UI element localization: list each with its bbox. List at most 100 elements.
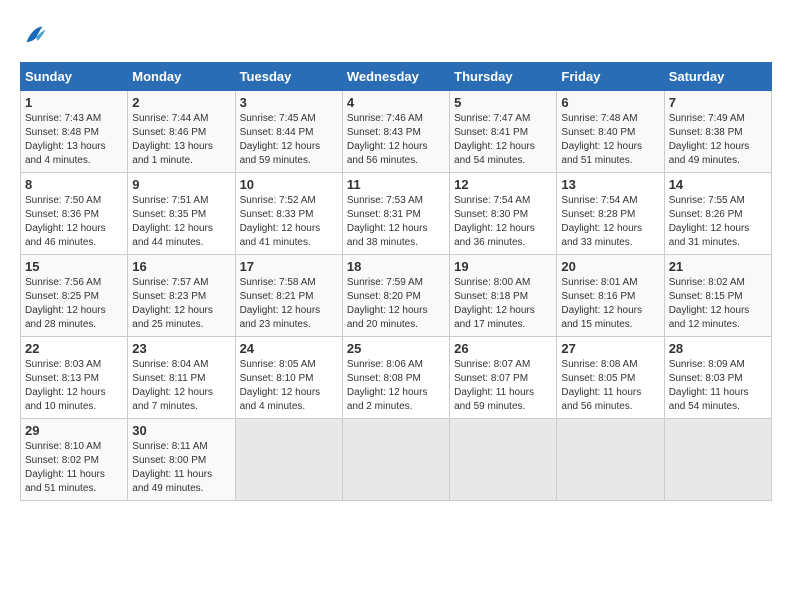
calendar-day: 18 Sunrise: 7:59 AM Sunset: 8:20 PM Dayl… [342, 255, 449, 337]
calendar-day: 1 Sunrise: 7:43 AM Sunset: 8:48 PM Dayli… [21, 91, 128, 173]
day-info: Sunrise: 7:44 AM Sunset: 8:46 PM Dayligh… [132, 112, 230, 168]
day-number: 27 [561, 341, 659, 356]
calendar-day [342, 419, 449, 501]
weekday-header-wednesday: Wednesday [342, 63, 449, 91]
calendar-day [664, 419, 771, 501]
day-number: 29 [25, 423, 123, 438]
calendar-day: 27 Sunrise: 8:08 AM Sunset: 8:05 PM Dayl… [557, 337, 664, 419]
day-info: Sunrise: 8:05 AM Sunset: 8:10 PM Dayligh… [240, 358, 338, 414]
calendar-day [235, 419, 342, 501]
day-number: 20 [561, 259, 659, 274]
day-number: 7 [669, 95, 767, 110]
calendar-day: 23 Sunrise: 8:04 AM Sunset: 8:11 PM Dayl… [128, 337, 235, 419]
day-info: Sunrise: 7:58 AM Sunset: 8:21 PM Dayligh… [240, 276, 338, 332]
day-info: Sunrise: 8:02 AM Sunset: 8:15 PM Dayligh… [669, 276, 767, 332]
logo-bird-icon [20, 20, 52, 52]
day-info: Sunrise: 8:01 AM Sunset: 8:16 PM Dayligh… [561, 276, 659, 332]
day-number: 10 [240, 177, 338, 192]
day-number: 24 [240, 341, 338, 356]
day-info: Sunrise: 7:52 AM Sunset: 8:33 PM Dayligh… [240, 194, 338, 250]
calendar-day: 30 Sunrise: 8:11 AM Sunset: 8:00 PM Dayl… [128, 419, 235, 501]
calendar-day: 16 Sunrise: 7:57 AM Sunset: 8:23 PM Dayl… [128, 255, 235, 337]
weekday-header-row: SundayMondayTuesdayWednesdayThursdayFrid… [21, 63, 772, 91]
day-info: Sunrise: 7:48 AM Sunset: 8:40 PM Dayligh… [561, 112, 659, 168]
day-number: 25 [347, 341, 445, 356]
calendar-week-5: 29 Sunrise: 8:10 AM Sunset: 8:02 PM Dayl… [21, 419, 772, 501]
calendar-day: 13 Sunrise: 7:54 AM Sunset: 8:28 PM Dayl… [557, 173, 664, 255]
day-info: Sunrise: 7:51 AM Sunset: 8:35 PM Dayligh… [132, 194, 230, 250]
day-number: 12 [454, 177, 552, 192]
calendar-day: 10 Sunrise: 7:52 AM Sunset: 8:33 PM Dayl… [235, 173, 342, 255]
calendar-day: 8 Sunrise: 7:50 AM Sunset: 8:36 PM Dayli… [21, 173, 128, 255]
day-number: 19 [454, 259, 552, 274]
day-info: Sunrise: 7:50 AM Sunset: 8:36 PM Dayligh… [25, 194, 123, 250]
calendar-day: 9 Sunrise: 7:51 AM Sunset: 8:35 PM Dayli… [128, 173, 235, 255]
calendar-day: 15 Sunrise: 7:56 AM Sunset: 8:25 PM Dayl… [21, 255, 128, 337]
day-info: Sunrise: 8:00 AM Sunset: 8:18 PM Dayligh… [454, 276, 552, 332]
day-info: Sunrise: 8:06 AM Sunset: 8:08 PM Dayligh… [347, 358, 445, 414]
day-number: 6 [561, 95, 659, 110]
day-number: 28 [669, 341, 767, 356]
day-info: Sunrise: 7:56 AM Sunset: 8:25 PM Dayligh… [25, 276, 123, 332]
day-info: Sunrise: 8:07 AM Sunset: 8:07 PM Dayligh… [454, 358, 552, 414]
calendar-day: 5 Sunrise: 7:47 AM Sunset: 8:41 PM Dayli… [450, 91, 557, 173]
calendar-day: 7 Sunrise: 7:49 AM Sunset: 8:38 PM Dayli… [664, 91, 771, 173]
calendar-table: SundayMondayTuesdayWednesdayThursdayFrid… [20, 62, 772, 501]
weekday-header-friday: Friday [557, 63, 664, 91]
calendar-day: 29 Sunrise: 8:10 AM Sunset: 8:02 PM Dayl… [21, 419, 128, 501]
logo [20, 20, 56, 52]
day-info: Sunrise: 7:43 AM Sunset: 8:48 PM Dayligh… [25, 112, 123, 168]
calendar-day: 17 Sunrise: 7:58 AM Sunset: 8:21 PM Dayl… [235, 255, 342, 337]
day-number: 22 [25, 341, 123, 356]
weekday-header-monday: Monday [128, 63, 235, 91]
day-number: 13 [561, 177, 659, 192]
calendar-day: 22 Sunrise: 8:03 AM Sunset: 8:13 PM Dayl… [21, 337, 128, 419]
day-number: 11 [347, 177, 445, 192]
day-number: 3 [240, 95, 338, 110]
day-number: 18 [347, 259, 445, 274]
day-info: Sunrise: 7:45 AM Sunset: 8:44 PM Dayligh… [240, 112, 338, 168]
day-info: Sunrise: 8:10 AM Sunset: 8:02 PM Dayligh… [25, 440, 123, 496]
day-info: Sunrise: 8:11 AM Sunset: 8:00 PM Dayligh… [132, 440, 230, 496]
day-info: Sunrise: 7:57 AM Sunset: 8:23 PM Dayligh… [132, 276, 230, 332]
calendar-day: 12 Sunrise: 7:54 AM Sunset: 8:30 PM Dayl… [450, 173, 557, 255]
day-info: Sunrise: 8:04 AM Sunset: 8:11 PM Dayligh… [132, 358, 230, 414]
calendar-week-3: 15 Sunrise: 7:56 AM Sunset: 8:25 PM Dayl… [21, 255, 772, 337]
day-number: 30 [132, 423, 230, 438]
calendar-day: 19 Sunrise: 8:00 AM Sunset: 8:18 PM Dayl… [450, 255, 557, 337]
calendar-day: 3 Sunrise: 7:45 AM Sunset: 8:44 PM Dayli… [235, 91, 342, 173]
day-number: 4 [347, 95, 445, 110]
weekday-header-saturday: Saturday [664, 63, 771, 91]
day-info: Sunrise: 7:46 AM Sunset: 8:43 PM Dayligh… [347, 112, 445, 168]
calendar-day [557, 419, 664, 501]
calendar-day: 26 Sunrise: 8:07 AM Sunset: 8:07 PM Dayl… [450, 337, 557, 419]
day-number: 15 [25, 259, 123, 274]
page-header [20, 20, 772, 52]
calendar-day: 20 Sunrise: 8:01 AM Sunset: 8:16 PM Dayl… [557, 255, 664, 337]
day-info: Sunrise: 7:59 AM Sunset: 8:20 PM Dayligh… [347, 276, 445, 332]
day-info: Sunrise: 7:54 AM Sunset: 8:28 PM Dayligh… [561, 194, 659, 250]
day-number: 5 [454, 95, 552, 110]
day-number: 8 [25, 177, 123, 192]
calendar-day: 21 Sunrise: 8:02 AM Sunset: 8:15 PM Dayl… [664, 255, 771, 337]
day-number: 23 [132, 341, 230, 356]
calendar-day: 24 Sunrise: 8:05 AM Sunset: 8:10 PM Dayl… [235, 337, 342, 419]
day-info: Sunrise: 7:53 AM Sunset: 8:31 PM Dayligh… [347, 194, 445, 250]
day-number: 2 [132, 95, 230, 110]
day-number: 17 [240, 259, 338, 274]
day-number: 1 [25, 95, 123, 110]
day-number: 26 [454, 341, 552, 356]
weekday-header-thursday: Thursday [450, 63, 557, 91]
day-number: 14 [669, 177, 767, 192]
calendar-day: 28 Sunrise: 8:09 AM Sunset: 8:03 PM Dayl… [664, 337, 771, 419]
calendar-week-4: 22 Sunrise: 8:03 AM Sunset: 8:13 PM Dayl… [21, 337, 772, 419]
day-info: Sunrise: 8:08 AM Sunset: 8:05 PM Dayligh… [561, 358, 659, 414]
calendar-day: 6 Sunrise: 7:48 AM Sunset: 8:40 PM Dayli… [557, 91, 664, 173]
weekday-header-sunday: Sunday [21, 63, 128, 91]
day-number: 16 [132, 259, 230, 274]
calendar-day: 2 Sunrise: 7:44 AM Sunset: 8:46 PM Dayli… [128, 91, 235, 173]
calendar-week-2: 8 Sunrise: 7:50 AM Sunset: 8:36 PM Dayli… [21, 173, 772, 255]
day-number: 21 [669, 259, 767, 274]
day-info: Sunrise: 7:55 AM Sunset: 8:26 PM Dayligh… [669, 194, 767, 250]
day-number: 9 [132, 177, 230, 192]
